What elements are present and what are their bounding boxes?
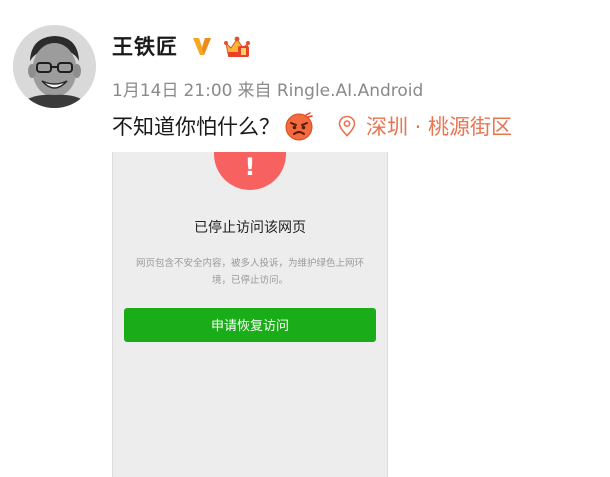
blocked-page-title: 已停止访问该网页 (194, 220, 306, 236)
location-label[interactable]: 深圳 · 桃源街区 (366, 111, 512, 141)
weibo-post: 王铁匠 1月14日 21:00 来自 Ringle.AI.Android 不知道你怕… (0, 0, 610, 477)
post-text: 不知道你怕什么？ (112, 115, 280, 139)
vip-crown-icon[interactable] (222, 34, 252, 60)
avatar-photo-icon (13, 25, 96, 108)
post-time[interactable]: 21:00 (183, 81, 232, 101)
restore-access-button[interactable]: 申请恢复访问 (124, 308, 376, 342)
exclamation-icon: ! (244, 153, 256, 181)
verified-v-icon (193, 38, 211, 55)
post-date[interactable]: 1月14日 (112, 81, 178, 101)
post-meta: 1月14日 21:00 来自 Ringle.AI.Android (112, 76, 428, 101)
angry-face-emoji-icon (285, 112, 313, 141)
post-body: 不知道你怕什么？ 深圳 · 桃源街区 (112, 111, 512, 141)
location-link[interactable]: 深圳 · 桃源街区 (338, 111, 512, 141)
location-pin-icon (338, 115, 356, 137)
warning-circle: ! (214, 152, 286, 190)
blocked-page-description: 网页包含不安全内容，被多人投诉，为维护绿色上网环境，已停止访问。 (135, 258, 364, 286)
avatar[interactable] (13, 25, 96, 108)
post-source: 来自 Ringle.AI.Android (237, 81, 424, 101)
post-image[interactable]: ! 已停止访问该网页 网页包含不安全内容，被多人投诉，为维护绿色上网环境，已停止… (112, 152, 388, 477)
username[interactable]: 王铁匠 (112, 31, 178, 61)
